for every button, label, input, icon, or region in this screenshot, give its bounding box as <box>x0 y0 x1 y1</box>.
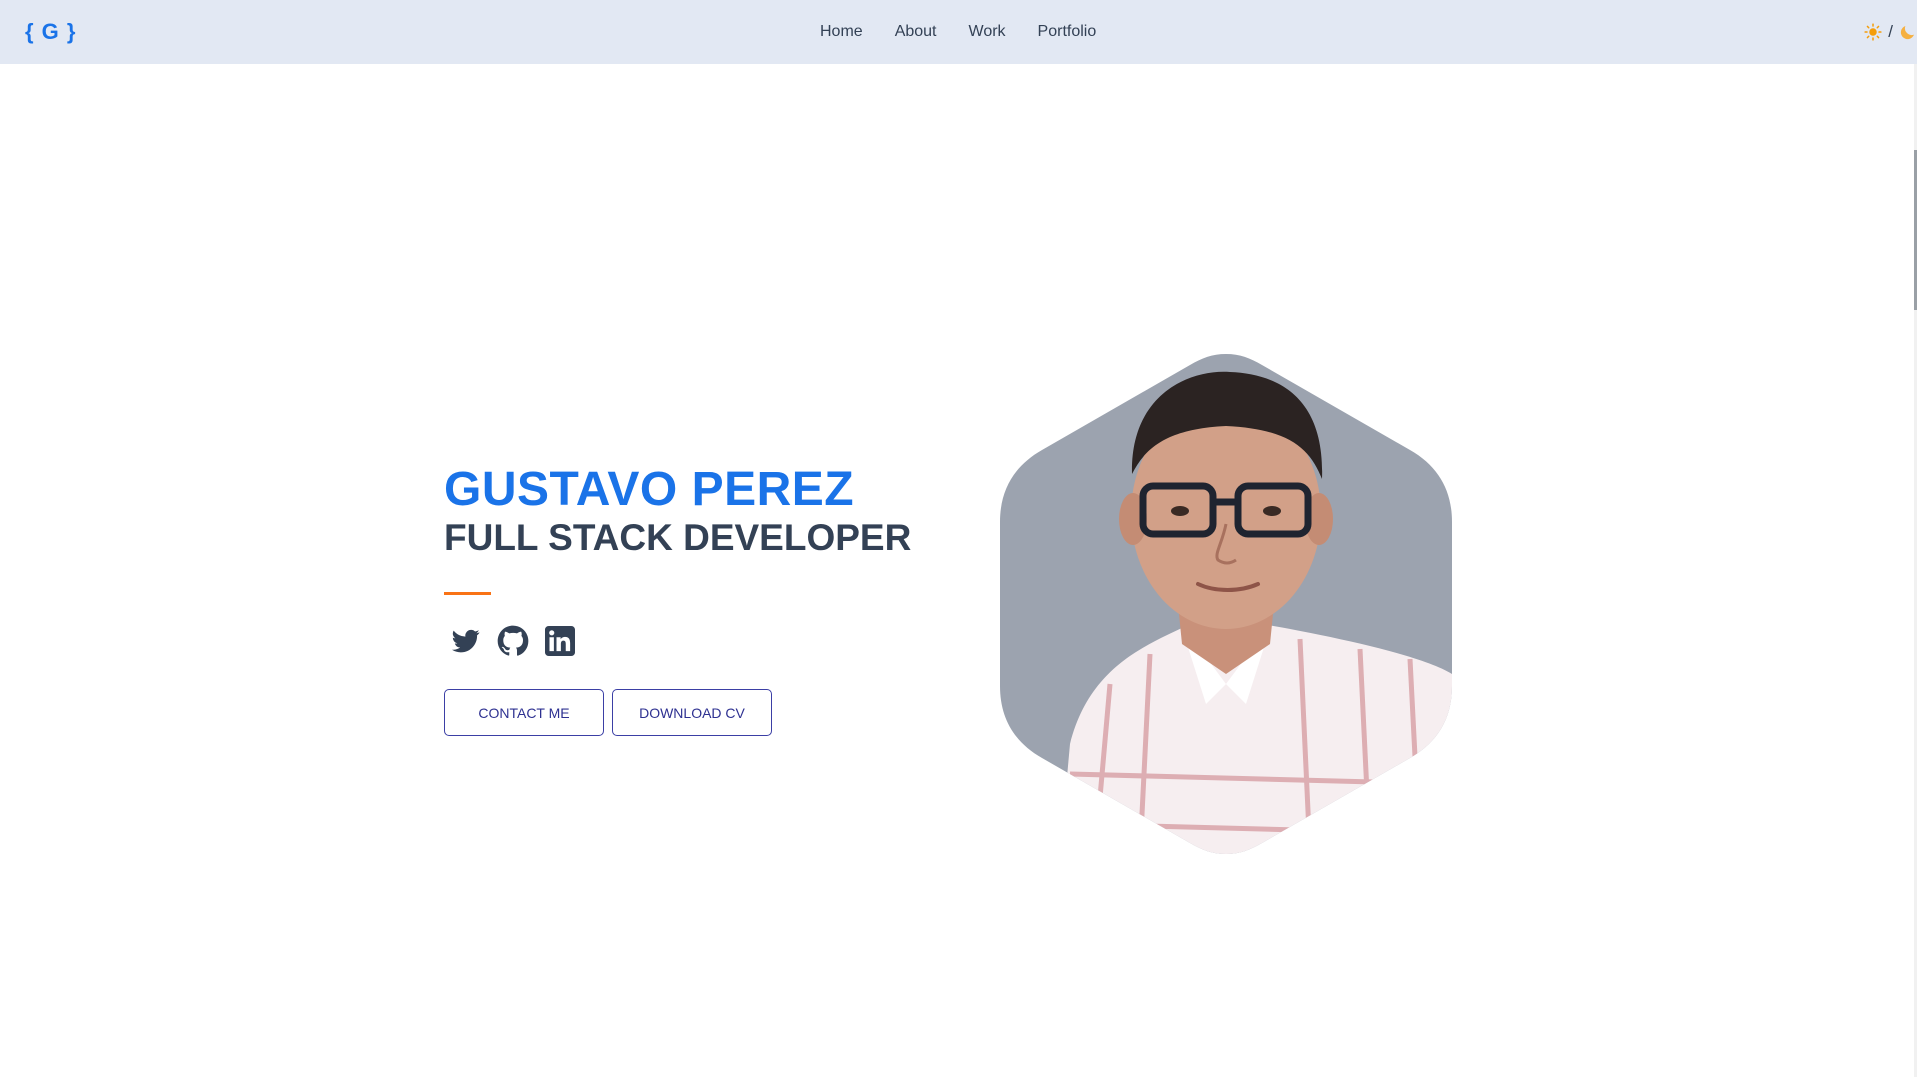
nav-link-home[interactable]: Home <box>820 23 863 41</box>
site-logo[interactable]: { G } <box>25 19 76 45</box>
contact-me-button[interactable]: CONTACT ME <box>444 689 604 736</box>
moon-icon[interactable] <box>1899 23 1917 41</box>
nav-link-work[interactable]: Work <box>969 23 1006 41</box>
sun-icon[interactable] <box>1864 23 1882 41</box>
profile-portrait <box>1000 354 1452 854</box>
hero-name: GUSTAVO PEREZ <box>444 463 855 516</box>
social-links <box>450 625 911 657</box>
hero-buttons: CONTACT ME DOWNLOAD CV <box>444 689 911 736</box>
hero-section: GUSTAVO PEREZ FULL STACK DEVELOPER CONTA… <box>444 462 911 736</box>
theme-toggle: / <box>1864 22 1917 42</box>
download-cv-button[interactable]: DOWNLOAD CV <box>612 689 772 736</box>
nav-link-portfolio[interactable]: Portfolio <box>1038 23 1097 41</box>
twitter-icon[interactable] <box>450 625 482 657</box>
hero-divider <box>444 592 491 595</box>
nav-links: Home About Work Portfolio <box>820 0 1096 64</box>
page: { G } Home About Work Portfolio / GUSTAV… <box>0 0 1917 1077</box>
nav-link-about[interactable]: About <box>895 23 937 41</box>
github-icon[interactable] <box>497 625 529 657</box>
linkedin-icon[interactable] <box>544 625 576 657</box>
hero-role: FULL STACK DEVELOPER <box>444 517 912 558</box>
theme-separator: / <box>1888 22 1893 41</box>
navbar: { G } Home About Work Portfolio / <box>0 0 1917 64</box>
